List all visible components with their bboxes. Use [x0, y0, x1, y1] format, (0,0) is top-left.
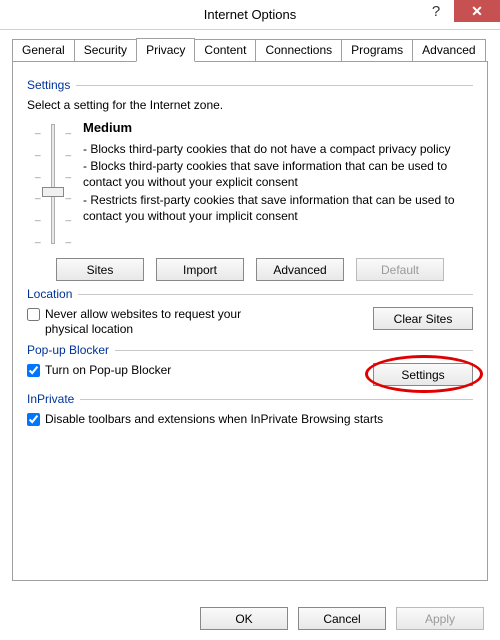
close-icon: ✕ — [471, 3, 483, 20]
group-settings: Settings — [27, 78, 473, 92]
titlebar: Internet Options ? ✕ — [0, 0, 500, 30]
tab-privacy[interactable]: Privacy — [136, 38, 195, 62]
help-icon: ? — [432, 3, 440, 20]
advanced-button[interactable]: Advanced — [256, 258, 344, 281]
cancel-button[interactable]: Cancel — [298, 607, 386, 630]
location-checkbox-label: Never allow websites to request your phy… — [45, 307, 275, 337]
group-popup: Pop-up Blocker — [27, 343, 473, 357]
tab-connections[interactable]: Connections — [255, 39, 342, 62]
sites-button[interactable]: Sites — [56, 258, 144, 281]
group-settings-label: Settings — [27, 78, 70, 92]
tab-general[interactable]: General — [12, 39, 75, 62]
tab-content[interactable]: Content — [194, 39, 256, 62]
zone-instruction: Select a setting for the Internet zone. — [27, 98, 473, 112]
divider — [115, 350, 473, 351]
group-inprivate-label: InPrivate — [27, 392, 74, 406]
default-button: Default — [356, 258, 444, 281]
location-checkbox[interactable] — [27, 308, 40, 321]
privacy-bullet: - Blocks third-party cookies that save i… — [83, 158, 473, 190]
privacy-bullet: - Blocks third-party cookies that do not… — [83, 141, 473, 157]
privacy-level: Medium — [83, 120, 473, 135]
privacy-slider[interactable]: ______ ______ — [27, 120, 79, 248]
tab-security[interactable]: Security — [74, 39, 137, 62]
tab-programs[interactable]: Programs — [341, 39, 413, 62]
group-location-label: Location — [27, 287, 72, 301]
group-location: Location — [27, 287, 473, 301]
popup-checkbox-label: Turn on Pop-up Blocker — [45, 363, 373, 378]
inprivate-checkbox[interactable] — [27, 413, 40, 426]
group-inprivate: InPrivate — [27, 392, 473, 406]
tabpanel-privacy: Settings Select a setting for the Intern… — [12, 61, 488, 581]
clear-sites-button[interactable]: Clear Sites — [373, 307, 473, 330]
help-button[interactable]: ? — [418, 0, 454, 22]
window-title: Internet Options — [204, 7, 297, 22]
apply-button: Apply — [396, 607, 484, 630]
ok-button[interactable]: OK — [200, 607, 288, 630]
slider-track — [51, 124, 55, 244]
dialog-footer: OK Cancel Apply — [200, 607, 484, 630]
popup-checkbox[interactable] — [27, 364, 40, 377]
popup-settings-button[interactable]: Settings — [373, 363, 473, 386]
tabstrip: General Security Privacy Content Connect… — [12, 38, 488, 61]
divider — [80, 399, 473, 400]
inprivate-checkbox-label: Disable toolbars and extensions when InP… — [45, 412, 473, 427]
import-button[interactable]: Import — [156, 258, 244, 281]
close-button[interactable]: ✕ — [454, 0, 500, 22]
group-popup-label: Pop-up Blocker — [27, 343, 109, 357]
privacy-bullet: - Restricts first-party cookies that sav… — [83, 192, 473, 224]
divider — [78, 294, 473, 295]
tab-advanced[interactable]: Advanced — [412, 39, 485, 62]
divider — [76, 85, 473, 86]
slider-thumb[interactable] — [42, 187, 64, 197]
